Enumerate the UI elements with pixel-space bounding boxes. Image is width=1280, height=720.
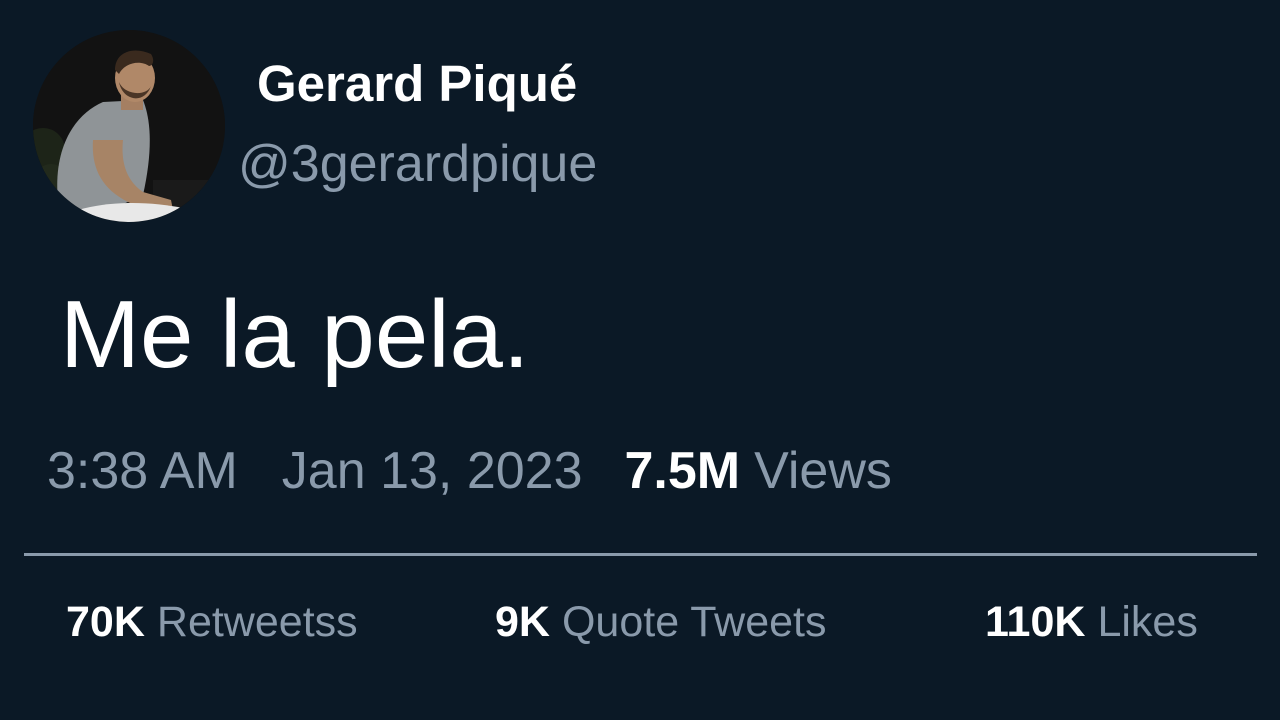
tweet-meta: 3:38 AM Jan 13, 2023 7.5M Views <box>47 440 892 502</box>
profile-photo <box>33 30 225 222</box>
divider <box>24 553 1257 556</box>
likes-stat[interactable]: 110K Likes <box>985 596 1198 648</box>
tweet-time[interactable]: 3:38 AM <box>47 440 238 502</box>
views-count: 7.5M <box>624 442 741 500</box>
user-handle[interactable]: @3gerardpique <box>238 133 597 195</box>
tweet-date[interactable]: Jan 13, 2023 <box>282 440 583 502</box>
quote-tweets-stat[interactable]: 9K Quote Tweets <box>495 596 827 648</box>
retweets-count: 70K <box>66 598 145 646</box>
tweet-text: Me la pela. <box>60 281 530 388</box>
tweet-card: Gerard Piqué @3gerardpique Me la pela. 3… <box>0 0 1280 720</box>
retweets-stat[interactable]: 70K Retweetss <box>66 596 358 648</box>
avatar[interactable] <box>33 30 225 222</box>
likes-count: 110K <box>985 598 1086 646</box>
quote-tweets-count: 9K <box>495 598 550 646</box>
display-name[interactable]: Gerard Piqué <box>257 54 577 114</box>
quote-tweets-label: Quote Tweets <box>561 598 827 646</box>
likes-label: Likes <box>1097 598 1198 646</box>
retweets-label: Retweetss <box>156 598 358 646</box>
views-label: Views <box>754 442 892 500</box>
